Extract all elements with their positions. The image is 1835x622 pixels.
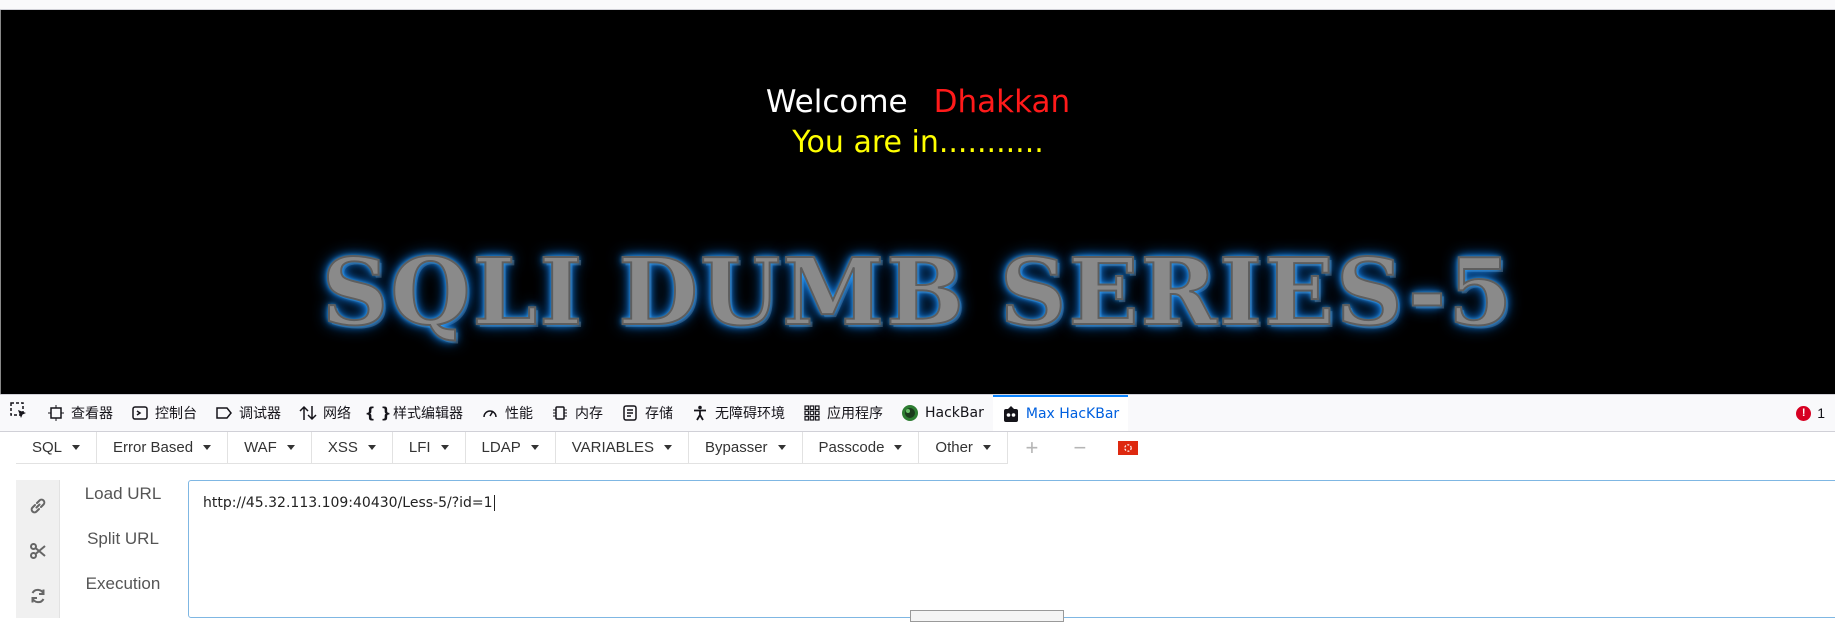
username-text: Dhakkan [933,84,1071,120]
action-icon-column [16,480,60,618]
tab-label: 样式编辑器 [393,406,463,422]
tab-label: 无障碍环境 [715,406,785,422]
console-icon [131,404,149,422]
tab-label: 存储 [645,406,673,422]
tab-label: HackBar [925,405,984,421]
devtools-toolbar: 查看器 控制台 调试器 网络 { } 样式编辑器 性能 内存 存储 无障碍环境 … [0,394,1835,432]
menu-other[interactable]: Other [919,432,1008,464]
tab-label: Max HacKBar [1025,406,1120,422]
chevron-down-icon [530,445,539,450]
status-message: You are in........... [792,125,1044,160]
error-count[interactable]: 1 [1817,405,1825,421]
increase-button[interactable]: + [1008,432,1056,464]
chevron-down-icon [440,445,449,450]
tab-label: 性能 [505,406,533,422]
debugger-icon [215,404,233,422]
chevron-down-icon [203,445,212,450]
menu-lfi[interactable]: LFI [392,432,466,464]
split-url-button[interactable]: Split URL [60,529,186,549]
menu-waf[interactable]: WAF [228,432,312,464]
menu-bypasser[interactable]: Bypasser [689,432,803,464]
tab-inspector[interactable]: 查看器 [38,395,122,431]
series-banner: SQLI DUMB SERIES-5 [321,237,1515,347]
refresh-icon[interactable] [16,584,60,608]
tab-performance[interactable]: 性能 [472,395,542,431]
devtools-right-controls: ! 1 [1796,405,1835,421]
menu-xss[interactable]: XSS [311,432,393,464]
link-icon[interactable] [16,494,60,518]
menu-sql[interactable]: SQL [16,432,98,464]
inspector-icon [47,404,65,422]
plus-icon: + [1025,435,1039,460]
hk-flag-button[interactable] [1104,432,1152,464]
hong-kong-flag-icon [1117,435,1138,461]
menu-label: Other [935,439,973,456]
element-picker-icon [9,401,29,425]
tab-application[interactable]: 应用程序 [794,395,892,431]
page-viewport: Welcome Dhakkan You are in........... SQL… [0,10,1835,394]
tooltip-edge [910,610,1064,622]
tab-label: 控制台 [155,406,197,422]
tab-label: 网络 [323,406,351,422]
hackbar-panel: Load URL Split URL Execution http://45.3… [0,468,1835,618]
chevron-down-icon [367,445,376,450]
menu-label: Error Based [113,439,194,456]
tab-memory[interactable]: 内存 [542,395,612,431]
element-picker-button[interactable] [0,395,38,431]
menu-label: LFI [408,439,431,456]
execution-button[interactable]: Execution [60,574,186,594]
tab-network[interactable]: 网络 [290,395,360,431]
memory-icon [551,404,569,422]
tab-console[interactable]: 控制台 [122,395,206,431]
browser-top-strip [0,0,1835,10]
menu-ldap[interactable]: LDAP [465,432,556,464]
welcome-line: Welcome Dhakkan [1,84,1835,120]
tab-max-hackbar[interactable]: Max HacKBar [992,395,1129,431]
text-cursor [493,495,495,511]
application-icon [803,404,821,422]
tab-label: 应用程序 [827,406,883,422]
max-hackbar-icon [1002,405,1020,423]
url-value: http://45.32.113.109:40430/Less-5/?id=1 [203,495,493,511]
menu-label: WAF [244,439,277,456]
decrease-button[interactable]: − [1056,432,1104,464]
tab-label: 内存 [575,406,603,422]
menu-label: LDAP [481,439,521,456]
network-icon [299,404,317,422]
welcome-text: Welcome [765,84,908,120]
load-url-button[interactable]: Load URL [60,484,186,504]
chevron-down-icon [664,445,672,450]
style-editor-icon: { } [364,404,392,422]
menu-variables[interactable]: VARIABLES [555,432,689,464]
tab-debugger[interactable]: 调试器 [206,395,290,431]
scissors-icon[interactable] [16,539,60,563]
menu-label: XSS [327,439,358,456]
hackbar-menu: SQL Error Based WAF XSS LFI LDAP VARIABL… [0,432,1835,468]
menu-label: Passcode [818,439,885,456]
tab-style-editor[interactable]: { } 样式编辑器 [360,395,472,431]
tab-storage[interactable]: 存储 [612,395,682,431]
menu-label: Bypasser [705,439,768,456]
chevron-down-icon [72,445,81,450]
tab-hackbar[interactable]: HackBar [892,395,993,431]
error-icon[interactable]: ! [1796,405,1812,421]
accessibility-icon [691,404,709,422]
storage-icon [621,404,639,422]
url-input[interactable]: http://45.32.113.109:40430/Less-5/?id=1 [188,480,1835,618]
tab-label: 查看器 [71,406,113,422]
chevron-down-icon [982,445,991,450]
chevron-down-icon [286,445,295,450]
menu-label: VARIABLES [571,439,654,456]
hackbar-icon [901,404,919,422]
menu-error-based[interactable]: Error Based [97,432,229,464]
menu-label: SQL [32,439,63,456]
tab-accessibility[interactable]: 无障碍环境 [682,395,794,431]
chevron-down-icon [894,445,903,450]
menu-passcode[interactable]: Passcode [802,432,920,464]
minus-icon: − [1073,435,1087,460]
performance-icon [481,404,499,422]
chevron-down-icon [777,445,786,450]
tab-label: 调试器 [239,406,281,422]
